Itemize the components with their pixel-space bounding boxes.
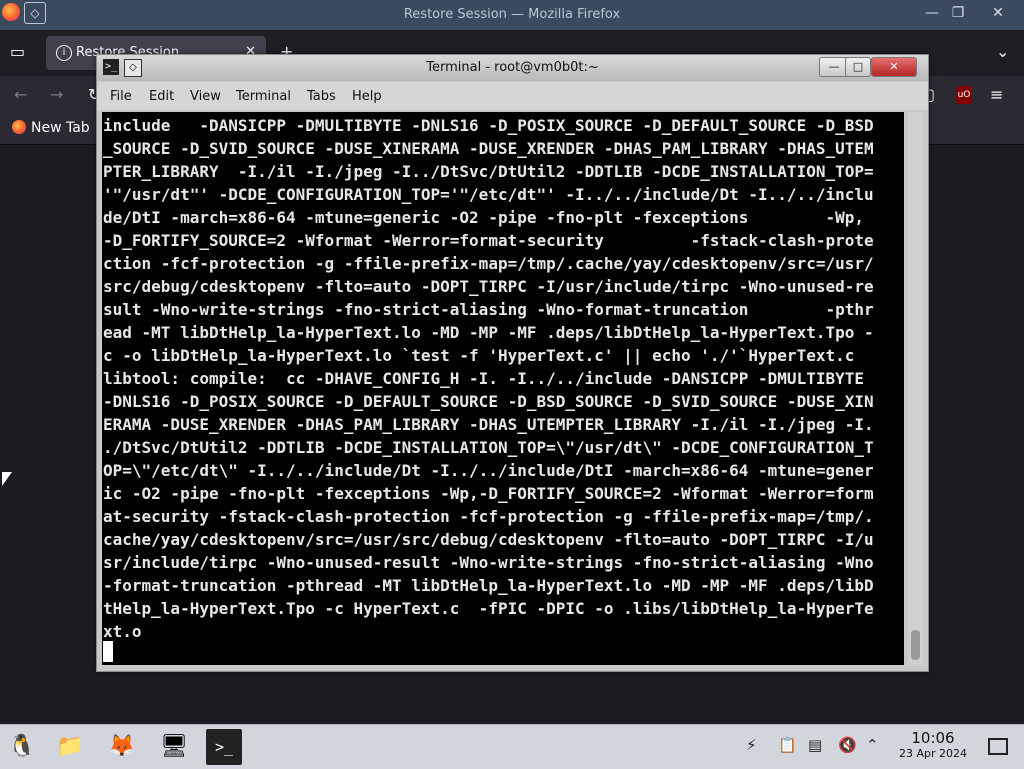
minimize-icon[interactable]: — xyxy=(922,3,942,23)
clipboard-icon[interactable]: 📋 xyxy=(778,736,797,754)
menu-view[interactable]: View xyxy=(190,89,221,104)
close-button[interactable]: ✕ xyxy=(871,57,917,77)
clock-time: 10:06 xyxy=(911,729,955,747)
app-menu-icon[interactable]: 🐧 xyxy=(4,729,40,765)
bookmark-label: New Tab xyxy=(31,120,90,136)
menu-help[interactable]: Help xyxy=(352,89,382,104)
bookmark-new-tab[interactable]: New Tab xyxy=(12,120,90,136)
terminal-output-area[interactable]: include -DANSICPP -DMULTIBYTE -DNLS16 -D… xyxy=(102,112,904,665)
mouse-pointer-icon xyxy=(2,472,12,486)
menu-icon[interactable]: ≡ xyxy=(990,85,1003,104)
show-desktop-icon[interactable] xyxy=(988,738,1008,755)
scrollbar-thumb[interactable] xyxy=(911,630,920,660)
chevron-up-icon[interactable]: ⌃ xyxy=(866,736,879,754)
terminal-titlebar[interactable]: >_ ◇ Terminal - root@vm0b0t:~ — □ ✕ xyxy=(97,55,928,81)
clock[interactable]: 10:06 23 Apr 2024 xyxy=(888,730,978,761)
terminal-scrollbar[interactable] xyxy=(908,112,923,665)
chevron-down-icon[interactable]: ⌄ xyxy=(996,42,1009,61)
volume-muted-icon[interactable]: 🔇 xyxy=(838,736,857,754)
terminal-window-title: Terminal - root@vm0b0t:~ xyxy=(426,60,599,75)
ublock-icon[interactable]: uO xyxy=(956,86,972,104)
firefox-window-title: Restore Session — Mozilla Firefox xyxy=(403,7,621,22)
terminal-window: >_ ◇ Terminal - root@vm0b0t:~ — □ ✕ File… xyxy=(96,54,929,672)
menu-terminal[interactable]: Terminal xyxy=(236,89,291,104)
menu-edit[interactable]: Edit xyxy=(149,89,174,104)
menu-file[interactable]: File xyxy=(110,89,132,104)
notes-icon[interactable]: ▤ xyxy=(808,736,822,754)
terminal-menubar: File Edit View Terminal Tabs Help xyxy=(97,82,928,110)
file-manager-icon[interactable]: 📁 xyxy=(52,729,88,765)
menu-tabs[interactable]: Tabs xyxy=(307,89,336,104)
forward-icon[interactable]: → xyxy=(50,85,63,104)
firefox-titlebar: ◇ Restore Session — Mozilla Firefox — ❐ … xyxy=(0,0,1024,30)
terminal-output: include -DANSICPP -DMULTIBYTE -DNLS16 -D… xyxy=(103,116,874,641)
folder-icon[interactable]: ▭ xyxy=(10,42,25,61)
maximize-button[interactable]: □ xyxy=(845,57,871,77)
text-cursor xyxy=(103,641,113,662)
restore-icon[interactable]: ❐ xyxy=(948,3,968,23)
close-icon[interactable]: ✕ xyxy=(988,3,1008,23)
firefox-taskbar-icon[interactable]: 🦊 xyxy=(104,729,140,765)
taskbar: 🐧 📁 🦊 🖥 >_ ⚡ 📋 ▤ 🔇 ⌃ 10:06 23 Apr 2024 xyxy=(0,724,1024,769)
firefox-favicon-icon xyxy=(12,120,26,134)
network-icon[interactable]: ⚡ xyxy=(746,736,757,754)
terminal-taskbar-icon[interactable]: >_ xyxy=(206,729,242,765)
clock-date: 23 Apr 2024 xyxy=(898,747,967,760)
settings-manager-icon[interactable]: 🖥 xyxy=(156,729,192,765)
info-icon: i xyxy=(56,45,72,61)
back-icon[interactable]: ← xyxy=(14,85,27,104)
